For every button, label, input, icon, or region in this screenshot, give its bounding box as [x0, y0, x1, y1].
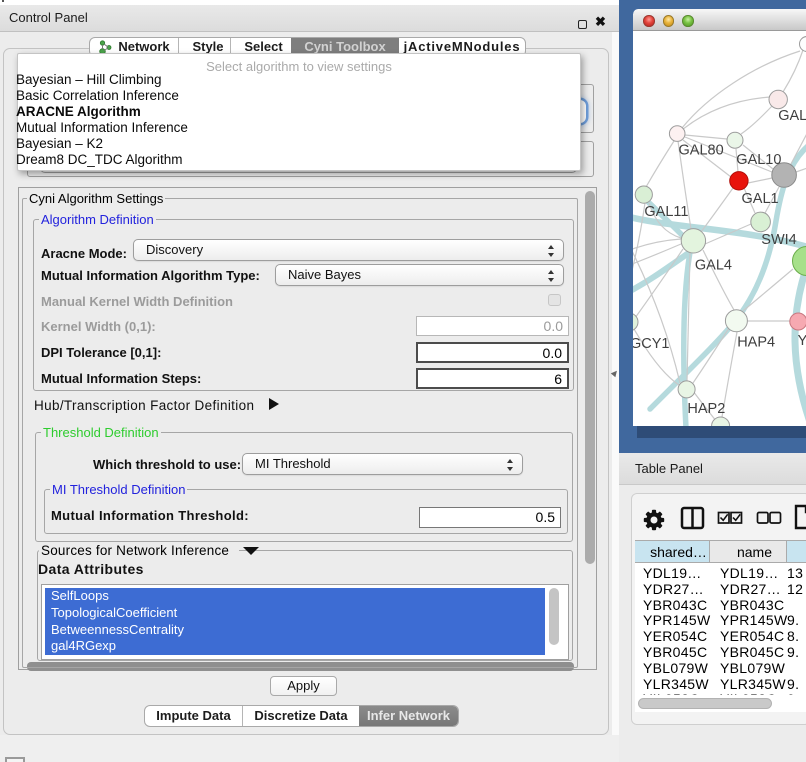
- svg-text:GAL80: GAL80: [679, 143, 724, 159]
- svg-text:SWI4: SWI4: [761, 232, 796, 248]
- svg-text:GAL1: GAL1: [742, 191, 779, 207]
- svg-text:GAL10: GAL10: [736, 152, 781, 168]
- svg-text:HAP2: HAP2: [687, 401, 725, 417]
- svg-text:GAL11: GAL11: [644, 204, 688, 220]
- svg-text:GAL4: GAL4: [695, 257, 732, 273]
- svg-text:Y: Y: [798, 333, 806, 349]
- svg-text:GCY1: GCY1: [633, 336, 670, 352]
- svg-text:HAP4: HAP4: [737, 335, 775, 351]
- svg-text:GAL: GAL: [778, 108, 806, 124]
